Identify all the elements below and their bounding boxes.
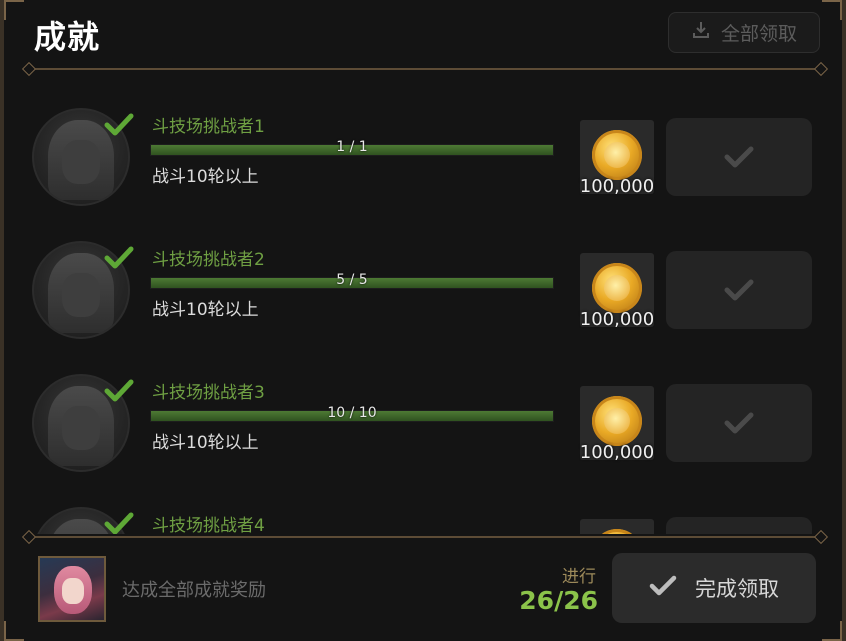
completed-check-icon	[104, 511, 134, 534]
gold-coin-icon	[592, 263, 642, 313]
achievement-description: 战斗10轮以上	[152, 433, 259, 453]
achievement-name: 斗技场挑战者1	[152, 117, 265, 137]
reward-item[interactable]: 100,000	[580, 120, 654, 197]
claimed-button[interactable]	[666, 384, 812, 462]
achievement-name: 斗技场挑战者2	[152, 250, 265, 270]
reward-item[interactable]	[580, 519, 654, 534]
check-icon	[724, 412, 754, 434]
frame-corner	[4, 0, 24, 20]
gold-coin-icon	[592, 130, 642, 180]
check-icon	[649, 574, 677, 603]
achievement-list[interactable]: 斗技场挑战者1 1 / 1 战斗10轮以上 100,000 斗技场挑战者2 5 …	[4, 72, 846, 534]
progress-text: 5 / 5	[336, 272, 368, 288]
progress-text: 1 / 1	[336, 139, 368, 155]
top-divider	[28, 68, 822, 70]
achievement-description: 战斗10轮以上	[152, 300, 259, 320]
completed-check-icon	[104, 378, 134, 404]
frame-corner	[822, 621, 842, 641]
claim-all-label: 全部领取	[720, 23, 797, 45]
claim-all-button[interactable]: 全部领取	[668, 12, 820, 53]
progress-bar: 1 / 1	[150, 139, 554, 156]
achievement-name: 斗技场挑战者4	[152, 516, 265, 534]
page-title: 成就	[34, 18, 101, 56]
achievement-row: 斗技场挑战者3 10 / 10 战斗10轮以上 100,000	[4, 338, 846, 472]
achievement-row: 斗技场挑战者1 1 / 1 战斗10轮以上 100,000	[4, 72, 846, 206]
gold-coin-icon	[592, 529, 642, 534]
reward-item[interactable]: 100,000	[580, 253, 654, 330]
gold-coin-icon	[592, 396, 642, 446]
reward-amount: 100,000	[579, 176, 655, 197]
reward-amount: 100,000	[579, 442, 655, 463]
frame-corner	[4, 621, 24, 641]
complete-claim-label: 完成领取	[695, 577, 779, 601]
check-icon	[724, 279, 754, 301]
reward-portrait[interactable]	[38, 556, 106, 622]
progress-label: 进行	[562, 567, 596, 587]
progress-bar: 10 / 10	[150, 405, 554, 422]
download-icon	[691, 20, 711, 45]
claimed-button[interactable]	[666, 517, 812, 534]
reward-amount: 100,000	[579, 309, 655, 330]
achievement-row: 斗技场挑战者2 5 / 5 战斗10轮以上 100,000	[4, 205, 846, 339]
achievement-panel: 成就 全部领取 斗技场挑战者1 1 / 1 战斗10轮以上 100,000 斗技…	[0, 0, 846, 641]
achievement-row: 斗技场挑战者4	[4, 471, 846, 534]
completed-check-icon	[104, 112, 134, 138]
claimed-button[interactable]	[666, 118, 812, 196]
claimed-button[interactable]	[666, 251, 812, 329]
progress-bar: 5 / 5	[150, 272, 554, 289]
all-achievements-reward-text: 达成全部成就奖励	[122, 580, 266, 601]
progress-count: 26/26	[519, 586, 598, 615]
progress-text: 10 / 10	[327, 405, 377, 421]
bottom-divider	[28, 536, 822, 538]
frame-corner	[822, 0, 842, 20]
reward-item[interactable]: 100,000	[580, 386, 654, 463]
achievement-description: 战斗10轮以上	[152, 167, 259, 187]
completed-check-icon	[104, 245, 134, 271]
achievement-name: 斗技场挑战者3	[152, 383, 265, 403]
check-icon	[724, 146, 754, 168]
complete-claim-button[interactable]: 完成领取	[612, 553, 816, 623]
